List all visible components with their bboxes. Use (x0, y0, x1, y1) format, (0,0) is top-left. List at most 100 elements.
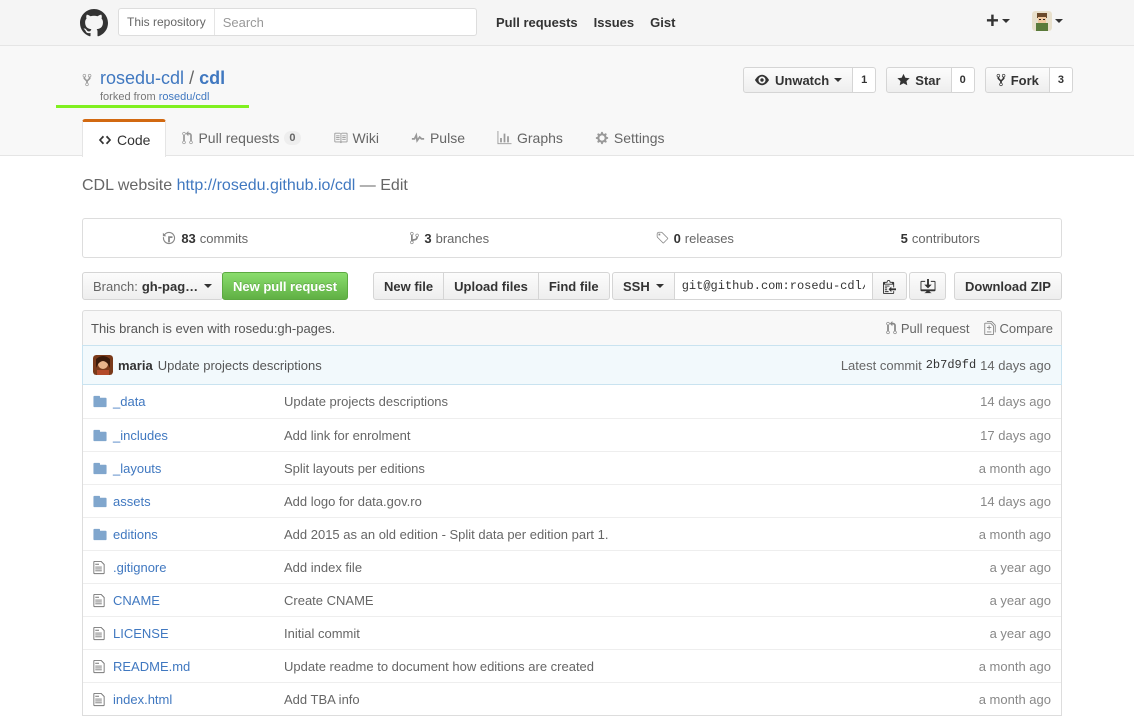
search-input[interactable] (214, 10, 476, 34)
file-name-link[interactable]: _includes (113, 428, 168, 443)
watch-count[interactable]: 1 (853, 67, 877, 93)
create-new-button[interactable]: + (986, 10, 1010, 32)
repo-title: rosedu-cdl / cdl (100, 68, 225, 89)
numbers-summary: 83 commits 3 branches 0 releases 5 contr… (82, 218, 1062, 258)
edit-description-link[interactable]: Edit (380, 177, 408, 194)
file-commit-message-link[interactable]: Initial commit (284, 626, 360, 641)
tab-wiki-label: Wiki (352, 130, 379, 146)
compare-link-label: Compare (999, 320, 1053, 336)
folder-icon (93, 395, 107, 408)
forked-from-link[interactable]: rosedu/cdl (159, 91, 210, 103)
header-nav-issues[interactable]: Issues (594, 15, 634, 30)
header-nav-gist[interactable]: Gist (650, 15, 675, 30)
tab-wiki[interactable]: Wiki (317, 119, 395, 156)
tab-graphs[interactable]: Graphs (481, 119, 579, 156)
contributors-summary-link[interactable]: 5 contributors (817, 219, 1062, 257)
repo-owner-link[interactable]: rosedu-cdl (100, 68, 184, 88)
clone-url-input[interactable] (674, 272, 873, 300)
branch-infobar-actions: Pull request Compare (872, 321, 1053, 336)
file-commit-message-link[interactable]: Split layouts per editions (284, 461, 425, 476)
fork-group: Fork 3 (984, 67, 1074, 93)
tab-code-label: Code (117, 131, 151, 148)
commit-author-link[interactable]: maria (118, 358, 153, 373)
file-commit-message-link[interactable]: Add link for enrolment (284, 428, 410, 443)
clippy-icon (882, 279, 896, 294)
releases-summary-link[interactable]: 0 releases (572, 219, 817, 257)
tab-code[interactable]: Code (82, 119, 167, 157)
table-row: editions Add 2015 as an old edition - Spl… (83, 517, 1061, 550)
table-row: index.html Add TBA info a month ago (83, 682, 1061, 715)
branches-count: 3 (424, 230, 432, 246)
file-name-link[interactable]: _layouts (113, 461, 161, 476)
find-file-button[interactable]: Find file (537, 272, 610, 300)
pull-request-link[interactable]: Pull request (886, 321, 970, 336)
file-name-link[interactable]: _data (113, 394, 146, 409)
file-text-icon (93, 560, 105, 574)
fork-count[interactable]: 3 (1049, 67, 1074, 93)
file-commit-message-link[interactable]: Update projects descriptions (284, 394, 448, 409)
user-menu-button[interactable] (1010, 11, 1063, 31)
branch-status-text: This branch is even with rosedu:gh-pages… (91, 320, 336, 336)
file-commit-message-link[interactable]: Add logo for data.gov.ro (284, 494, 422, 509)
new-file-button[interactable]: New file (373, 272, 445, 300)
table-row: _includes Add link for enrolment 17 days a… (83, 418, 1061, 451)
star-button[interactable]: Star (886, 67, 952, 93)
tab-settings[interactable]: Settings (579, 119, 681, 156)
copy-to-clipboard-button[interactable] (872, 272, 907, 300)
repo-name-link[interactable]: cdl (199, 68, 225, 88)
commits-summary-link[interactable]: 83 commits (83, 219, 328, 257)
repo-actions: Unwatch 1 Star 0 Fork 3 (743, 67, 1074, 93)
file-name-cell: LICENSE (113, 626, 284, 641)
file-name-link[interactable]: index.html (113, 692, 172, 707)
download-zip-button[interactable]: Download ZIP (954, 272, 1062, 300)
branches-summary-link[interactable]: 3 branches (328, 219, 573, 257)
file-commit-message-cell: Update projects descriptions (284, 394, 911, 409)
header-nav-pull-requests[interactable]: Pull requests (496, 15, 578, 30)
fork-button[interactable]: Fork (984, 67, 1050, 93)
forked-from-prefix: forked from (100, 91, 159, 103)
file-name-link[interactable]: CNAME (113, 593, 160, 608)
file-name-cell: _data (113, 394, 284, 409)
file-commit-message-cell: Add TBA info (284, 692, 911, 707)
file-commit-message-link[interactable]: Create CNAME (284, 593, 374, 608)
diff-icon (983, 321, 996, 335)
tab-pull-requests[interactable]: Pull requests 0 (166, 119, 316, 156)
upload-files-button[interactable]: Upload files (443, 272, 539, 300)
commit-message-link[interactable]: Update projects descriptions (158, 358, 322, 373)
file-commit-message-link[interactable]: Add 2015 as an old edition - Split data … (284, 527, 609, 542)
star-count[interactable]: 0 (951, 67, 975, 93)
file-age: 17 days ago (980, 427, 1051, 443)
file-name-link[interactable]: README.md (113, 659, 190, 674)
file-name-link[interactable]: assets (113, 494, 151, 509)
contributors-label: contributors (911, 230, 980, 246)
file-text-icon (93, 626, 105, 640)
clone-protocol-button[interactable]: SSH (612, 272, 675, 300)
new-pull-request-button[interactable]: New pull request (222, 272, 349, 300)
description-url-link[interactable]: http://rosedu.github.io/cdl (177, 177, 356, 194)
clone-protocol-label: SSH (623, 278, 650, 294)
open-in-desktop-button[interactable] (909, 272, 946, 300)
git-branch-icon (410, 231, 420, 245)
file-name-cell: .gitignore (113, 560, 284, 575)
tab-pulse[interactable]: Pulse (395, 119, 481, 156)
file-name-link[interactable]: editions (113, 527, 158, 542)
branch-select-button[interactable]: Branch: gh-pag… (82, 272, 224, 300)
folder-icon (93, 528, 107, 540)
commit-sha-link[interactable]: 2b7d9fd (926, 358, 976, 372)
table-row: README.md Update readme to document how e… (83, 649, 1061, 682)
compare-link[interactable]: Compare (983, 320, 1053, 336)
eye-icon (755, 74, 769, 86)
tab-settings-label: Settings (613, 130, 665, 146)
file-commit-message-link[interactable]: Add index file (284, 560, 362, 575)
commits-label: commits (199, 230, 249, 246)
unwatch-button[interactable]: Unwatch (743, 67, 854, 93)
site-search: This repository (118, 8, 477, 36)
file-commit-message-link[interactable]: Add TBA info (284, 692, 360, 707)
file-name-link[interactable]: .gitignore (113, 560, 166, 575)
unwatch-label: Unwatch (775, 72, 830, 88)
file-commit-message-link[interactable]: Update readme to document how editions a… (284, 659, 594, 674)
site-header: This repository Pull requests Issues Gis… (0, 0, 1134, 46)
file-commit-message-cell: Add link for enrolment (284, 428, 911, 443)
github-logo-icon[interactable] (80, 9, 108, 37)
file-name-link[interactable]: LICENSE (113, 626, 169, 641)
